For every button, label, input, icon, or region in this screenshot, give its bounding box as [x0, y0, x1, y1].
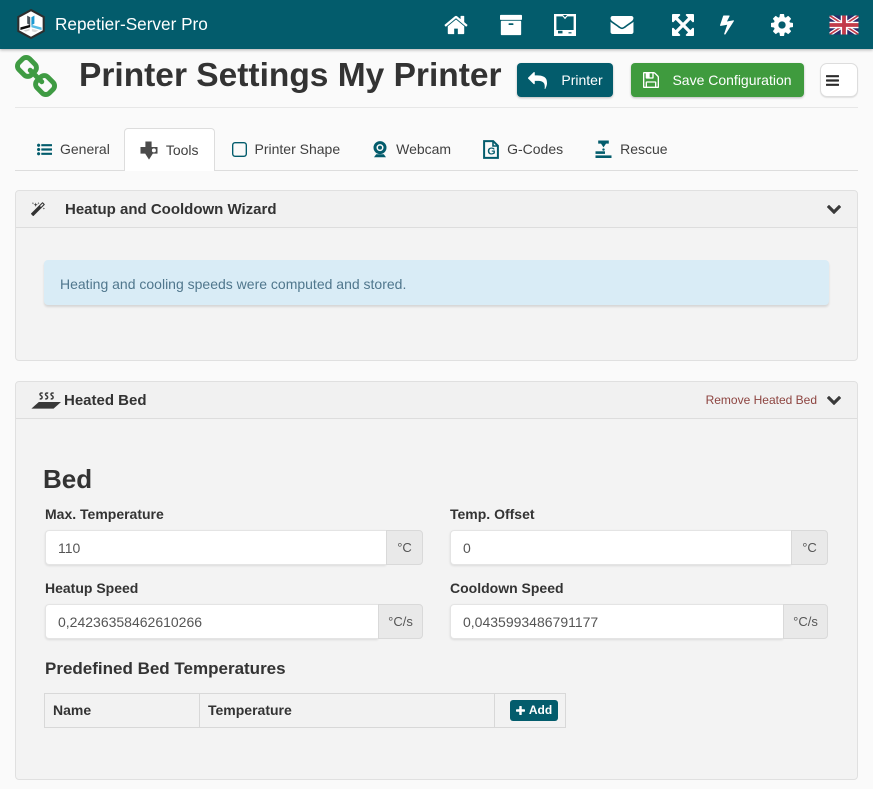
- svg-text:G: G: [487, 145, 495, 157]
